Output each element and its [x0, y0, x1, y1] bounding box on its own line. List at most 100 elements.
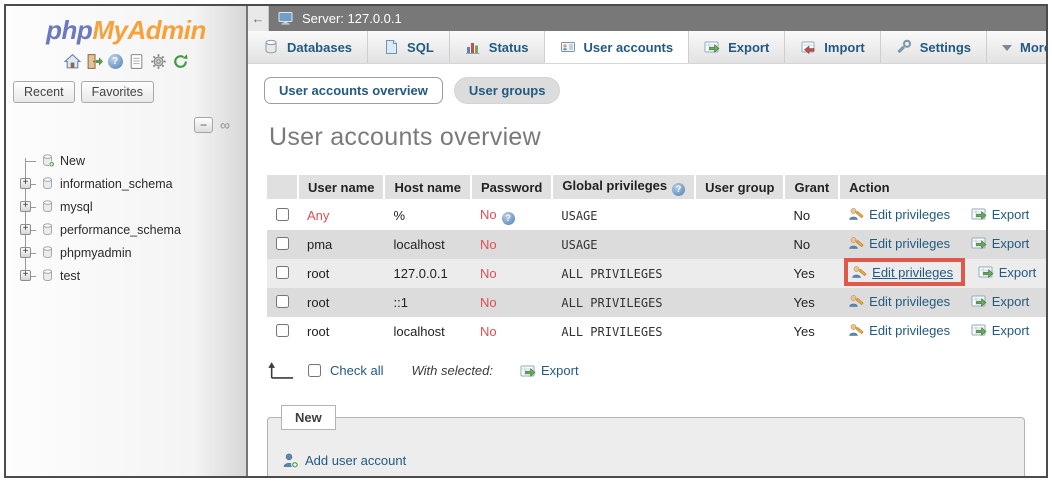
- cell-user-group: [695, 200, 784, 230]
- tree-item-label: test: [60, 268, 81, 283]
- table-header-row: User name Host name Password Global priv…: [267, 175, 1046, 201]
- row-checkbox[interactable]: [276, 207, 289, 221]
- row-checkbox[interactable]: [276, 294, 289, 308]
- reload-icon[interactable]: [172, 53, 189, 70]
- tab-settings[interactable]: Settings: [881, 31, 988, 63]
- table-row: root 127.0.0.1 No ALL PRIVILEGES Yes Edi…: [267, 258, 1046, 288]
- tab-status[interactable]: Status: [450, 31, 545, 63]
- help-icon[interactable]: ?: [107, 54, 123, 69]
- sql-file-icon: [386, 40, 398, 54]
- edit-privileges-link[interactable]: Edit privileges: [848, 206, 950, 222]
- database-icon: [41, 199, 55, 214]
- subtab-user-accounts-overview[interactable]: User accounts overview: [264, 77, 443, 104]
- logout-icon[interactable]: [86, 53, 103, 70]
- cell-password: No: [479, 324, 497, 339]
- cell-grant: No: [793, 237, 811, 252]
- server-label[interactable]: Server: 127.0.0.1: [302, 11, 402, 26]
- cell-host-name: 127.0.0.1: [393, 266, 448, 281]
- link-with-main-icon[interactable]: ∞: [220, 118, 230, 132]
- tree-item-label: New: [60, 153, 86, 168]
- cell-user-name: Any: [307, 208, 330, 223]
- tree-item-mysql[interactable]: + mysql: [20, 195, 246, 218]
- expand-icon[interactable]: +: [20, 177, 31, 189]
- cell-grant: Yes: [793, 295, 815, 310]
- collapse-all-button[interactable]: −: [194, 117, 214, 133]
- tab-export[interactable]: Export: [689, 31, 786, 63]
- export-link[interactable]: Export: [971, 293, 1030, 309]
- row-checkbox[interactable]: [276, 323, 289, 337]
- gear-icon[interactable]: [150, 53, 167, 70]
- tab-user-accounts[interactable]: User accounts: [544, 31, 690, 63]
- tree-item-information-schema[interactable]: + information_schema: [20, 172, 246, 195]
- tree-item-new[interactable]: New: [20, 149, 246, 172]
- tree-item-test[interactable]: + test: [20, 264, 246, 287]
- edit-privileges-link[interactable]: Edit privileges: [848, 322, 950, 338]
- edit-privileges-icon: [852, 266, 867, 278]
- tab-label: Import: [824, 39, 865, 55]
- tree-item-performance-schema[interactable]: + performance_schema: [20, 218, 246, 241]
- database-tree: New + information_schema + mysql + perfo…: [20, 149, 246, 287]
- cell-host-name: localhost: [393, 237, 445, 252]
- tab-sql[interactable]: SQL: [368, 31, 450, 63]
- user-accounts-icon: [560, 42, 575, 52]
- expand-icon[interactable]: +: [20, 246, 31, 258]
- cell-password: No: [479, 266, 497, 281]
- chevron-down-icon: [1002, 44, 1013, 56]
- cell-user-group: [695, 230, 784, 259]
- server-bar: ← Server: 127.0.0.1: [248, 6, 1046, 31]
- cell-action: Edit privileges Export Lock: [839, 288, 1046, 317]
- cell-password: No: [479, 206, 497, 222]
- action-label: Export: [991, 235, 1030, 251]
- table-footer: Check all With selected: Export: [267, 361, 1030, 380]
- cell-password: No: [479, 237, 497, 252]
- main-tabs: Databases SQL Status User accounts Expor…: [248, 31, 1046, 64]
- cell-grant: Yes: [793, 266, 815, 281]
- logo-text-myadmin: MyAdmin: [92, 15, 206, 45]
- check-all-checkbox[interactable]: [308, 364, 321, 377]
- tab-databases[interactable]: Databases: [248, 31, 369, 63]
- with-selected-export-link[interactable]: Export: [520, 363, 579, 379]
- export-link[interactable]: Export: [978, 264, 1037, 280]
- edit-privileges-link[interactable]: Edit privileges: [848, 293, 950, 309]
- cell-global-privileges: USAGE: [561, 208, 598, 223]
- action-label: Export: [991, 293, 1030, 309]
- header-password: Password: [470, 175, 554, 201]
- header-user-name: User name: [298, 175, 386, 201]
- row-checkbox[interactable]: [276, 236, 289, 250]
- sidebar-nav-icons: ?: [6, 48, 246, 79]
- export-icon: [978, 266, 994, 278]
- tab-more[interactable]: More: [987, 31, 1046, 63]
- tab-import[interactable]: Import: [785, 31, 881, 63]
- action-label: Export: [991, 206, 1030, 222]
- help-icon[interactable]: ?: [672, 183, 686, 196]
- add-user-account-link[interactable]: Add user account: [282, 452, 406, 469]
- export-link[interactable]: Export: [971, 235, 1030, 251]
- edit-privileges-link[interactable]: Edit privileges: [848, 235, 950, 251]
- subtab-user-groups[interactable]: User groups: [453, 77, 561, 104]
- row-checkbox[interactable]: [276, 265, 289, 279]
- export-link[interactable]: Export: [971, 206, 1030, 222]
- cell-grant: No: [793, 208, 811, 223]
- expand-icon[interactable]: +: [20, 200, 31, 212]
- sub-tabs: User accounts overview User groups: [264, 77, 1030, 104]
- phpmyadmin-logo[interactable]: phpMyAdmin: [6, 6, 246, 48]
- action-label: Export: [541, 363, 579, 378]
- check-all-label[interactable]: Check all: [330, 363, 383, 378]
- help-icon[interactable]: ?: [501, 211, 515, 225]
- tree-item-phpmyadmin[interactable]: + phpmyadmin: [20, 241, 246, 264]
- action-label: Export: [998, 264, 1037, 280]
- export-icon: [971, 324, 987, 336]
- cell-password: No: [479, 295, 497, 310]
- sidebar-collapse-button[interactable]: ←: [248, 6, 269, 31]
- tree-item-label: performance_schema: [60, 222, 181, 237]
- export-link[interactable]: Export: [971, 322, 1029, 338]
- edit-privileges-link[interactable]: Edit privileges: [851, 264, 953, 280]
- home-icon[interactable]: [63, 53, 81, 70]
- docs-icon[interactable]: [128, 53, 145, 70]
- database-icon: [41, 245, 55, 260]
- favorites-button[interactable]: Favorites: [80, 81, 155, 103]
- expand-icon[interactable]: +: [20, 223, 31, 235]
- recent-button[interactable]: Recent: [13, 81, 75, 103]
- screenshot-frame: phpMyAdmin ? Recent Favorites − ∞ New +: [0, 0, 1052, 486]
- expand-icon[interactable]: +: [20, 269, 31, 281]
